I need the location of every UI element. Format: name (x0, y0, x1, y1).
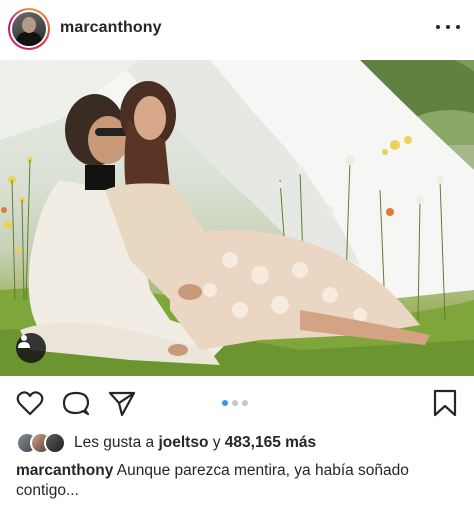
likes-suffix: más (285, 434, 317, 451)
comment-icon[interactable] (61, 388, 91, 418)
heart-icon[interactable] (15, 388, 45, 418)
carousel-dot (222, 400, 228, 406)
avatar-image (12, 12, 46, 46)
likes-text: Les gusta a joeltso y 483,165 más (74, 434, 316, 452)
post-username[interactable]: marcanthony (60, 19, 162, 37)
post-header: marcanthony (0, 0, 474, 58)
carousel-dot (242, 400, 248, 406)
likes-prefix: Les gusta a (74, 434, 155, 451)
likes-connector: y (212, 434, 221, 451)
profile-avatar[interactable] (8, 8, 50, 50)
photo-illustration (0, 60, 474, 376)
carousel-indicator (222, 400, 248, 406)
more-icon[interactable] (436, 17, 460, 37)
likes-row[interactable]: Les gusta a joeltso y 483,165 más (16, 432, 316, 454)
carousel-dot (232, 400, 238, 406)
post-caption: marcanthony Aunque parezca mentira, ya h… (16, 461, 460, 501)
likes-count[interactable]: 483,165 (225, 434, 281, 451)
liker-avatars (16, 432, 74, 454)
liker-avatar (44, 432, 66, 454)
paper-plane-icon[interactable] (107, 388, 137, 418)
bookmark-icon[interactable] (430, 388, 460, 418)
liker-username[interactable]: joeltso (158, 434, 208, 451)
caption-username[interactable]: marcanthony (16, 462, 113, 479)
user-tag-icon[interactable] (16, 333, 46, 363)
post-photo[interactable] (0, 60, 474, 376)
